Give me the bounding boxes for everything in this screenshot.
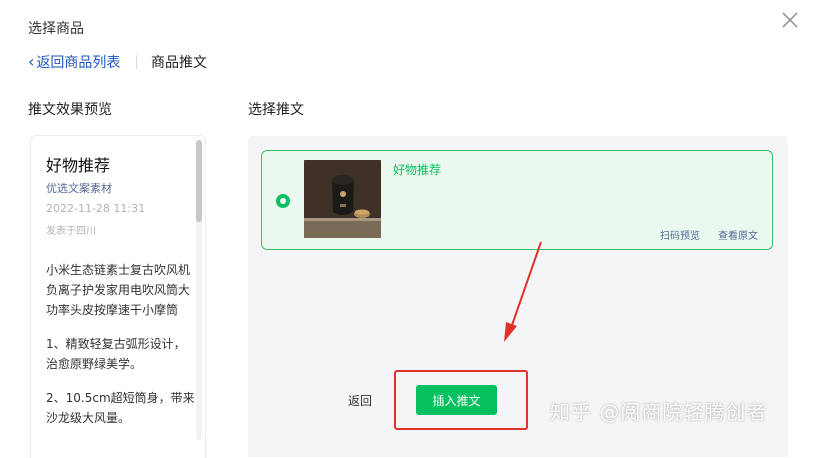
- preview-scrollbar-thumb[interactable]: [196, 140, 202, 222]
- article-preview-panel: 好物推荐 优选文案素材 2022-11-28 11:31 发表于四川 小米生态链…: [30, 135, 206, 458]
- return-button[interactable]: 返回: [348, 392, 372, 409]
- preview-location: 发表于四川: [46, 226, 96, 237]
- select-article-heading: 选择推文: [248, 102, 304, 118]
- scan-preview-link[interactable]: 扫码预览: [660, 227, 700, 242]
- article-radio-selected[interactable]: [276, 194, 290, 208]
- view-original-link[interactable]: 查看原文: [718, 227, 758, 242]
- preview-paragraph: 小米生态链素士复古吹风机负离子护发家用电吹风筒大功率头皮按摩速干小摩筒: [46, 263, 191, 317]
- breadcrumb-divider: [136, 55, 137, 69]
- preview-publish-date: 2022-11-28 11:31: [46, 202, 146, 215]
- preview-article-body: 小米生态链素士复古吹风机负离子护发家用电吹风筒大功率头皮按摩速干小摩筒 1、精致…: [46, 260, 196, 442]
- preview-heading: 推文效果预览: [28, 102, 112, 118]
- watermark: 知乎 @阅商院轻腾创者: [550, 400, 768, 424]
- article-card-selected[interactable]: 好物推荐 扫码预览 查看原文: [261, 150, 773, 250]
- preview-source-account[interactable]: 优选文案素材: [46, 180, 112, 196]
- article-card-title: 好物推荐: [393, 163, 442, 177]
- back-link-label: 返回商品列表: [36, 55, 121, 71]
- article-thumbnail-image: [304, 160, 381, 238]
- breadcrumb-current: 商品推文: [151, 55, 207, 71]
- preview-paragraph: 2、10.5cm超短筒身，带来沙龙级大风量。: [46, 391, 195, 425]
- back-to-product-list-link[interactable]: ‹ 返回商品列表: [28, 52, 120, 72]
- close-icon[interactable]: [780, 10, 800, 30]
- preview-article-title: 好物推荐: [46, 156, 111, 175]
- dialog-title: 选择商品: [28, 21, 84, 37]
- annotation-highlight-box: [394, 370, 528, 430]
- preview-paragraph: 1、精致轻复古弧形设计，治愈原野绿美学。: [46, 337, 186, 371]
- chevron-left-icon: ‹: [28, 52, 35, 71]
